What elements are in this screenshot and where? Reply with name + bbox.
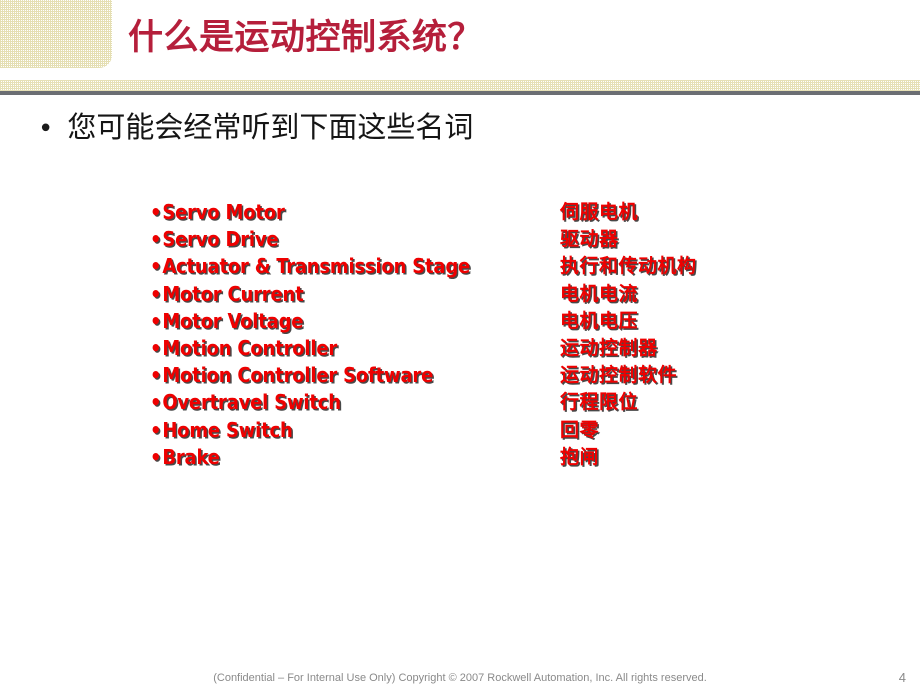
page-number: 4: [898, 670, 906, 685]
term-chinese: 运动控制器: [560, 336, 658, 359]
term-english: •Overtravel Switch: [150, 390, 341, 415]
divider-band: [0, 80, 920, 91]
term-chinese: 伺服电机: [560, 201, 639, 223]
term-row: •Brake 抱闸: [0, 445, 920, 472]
term-chinese: 行程限位: [560, 391, 639, 414]
term-english: •Motor Voltage: [150, 308, 304, 333]
term-english: •Motion Controller Software: [150, 363, 434, 388]
term-row: •Motor Voltage 电机电压: [0, 309, 920, 336]
term-chinese: 电机电压: [560, 309, 639, 332]
list-bullet-icon: •: [150, 417, 162, 442]
term-english: •Servo Drive: [150, 227, 279, 252]
list-bullet-icon: •: [150, 281, 162, 306]
footer-copyright: (Confidential – For Internal Use Only) C…: [213, 672, 707, 684]
list-bullet-icon: •: [150, 444, 162, 469]
term-row: •Motor Current 电机电流: [0, 282, 920, 309]
term-english: •Home Switch: [150, 417, 293, 442]
term-english: •Actuator & Transmission Stage: [150, 254, 471, 279]
term-row: •Servo Drive 驱动器: [0, 227, 920, 254]
header-divider: [0, 80, 920, 95]
term-english: •Motion Controller: [150, 335, 338, 360]
term-chinese: 执行和传动机构: [560, 255, 697, 278]
list-bullet-icon: •: [150, 390, 162, 415]
list-bullet-icon: •: [150, 308, 162, 333]
bullet-marker-icon: •: [38, 114, 54, 144]
list-bullet-icon: •: [150, 335, 162, 360]
list-bullet-icon: •: [150, 200, 162, 224]
term-english: •Brake: [150, 444, 220, 469]
term-row: •Motion Controller Software 运动控制软件: [0, 363, 920, 390]
term-row: •Actuator & Transmission Stage 执行和传动机构: [0, 254, 920, 281]
term-row: •Motion Controller 运动控制器: [0, 336, 920, 363]
term-chinese: 运动控制软件: [560, 364, 678, 387]
term-english: •Motor Current: [150, 281, 304, 306]
intro-text: 您可能会经常听到下面这些名词: [67, 110, 474, 144]
presentation-slide: 什么是运动控制系统？ • 您可能会经常听到下面这些名词 •Servo Motor…: [0, 0, 920, 690]
term-chinese: 驱动器: [560, 228, 619, 251]
terminology-list: •Servo Motor 伺服电机 •Servo Drive 驱动器 •Actuator…: [0, 200, 920, 472]
term-english: •Servo Motor: [150, 200, 285, 224]
header-accent-block: [0, 0, 112, 68]
intro-bullet-row: • 您可能会经常听到下面这些名词: [38, 110, 738, 145]
term-chinese: 电机电流: [560, 282, 639, 305]
term-chinese: 回零: [560, 418, 600, 441]
term-chinese: 抱闸: [560, 445, 600, 468]
list-bullet-icon: •: [150, 227, 162, 252]
list-bullet-icon: •: [150, 254, 162, 279]
term-row: •Overtravel Switch 行程限位: [0, 390, 920, 417]
list-bullet-icon: •: [150, 363, 162, 388]
term-row: •Servo Motor 伺服电机: [0, 200, 920, 227]
page-title: 什么是运动控制系统？: [128, 17, 484, 58]
divider-rule: [0, 91, 920, 95]
term-row: •Home Switch 回零: [0, 418, 920, 445]
